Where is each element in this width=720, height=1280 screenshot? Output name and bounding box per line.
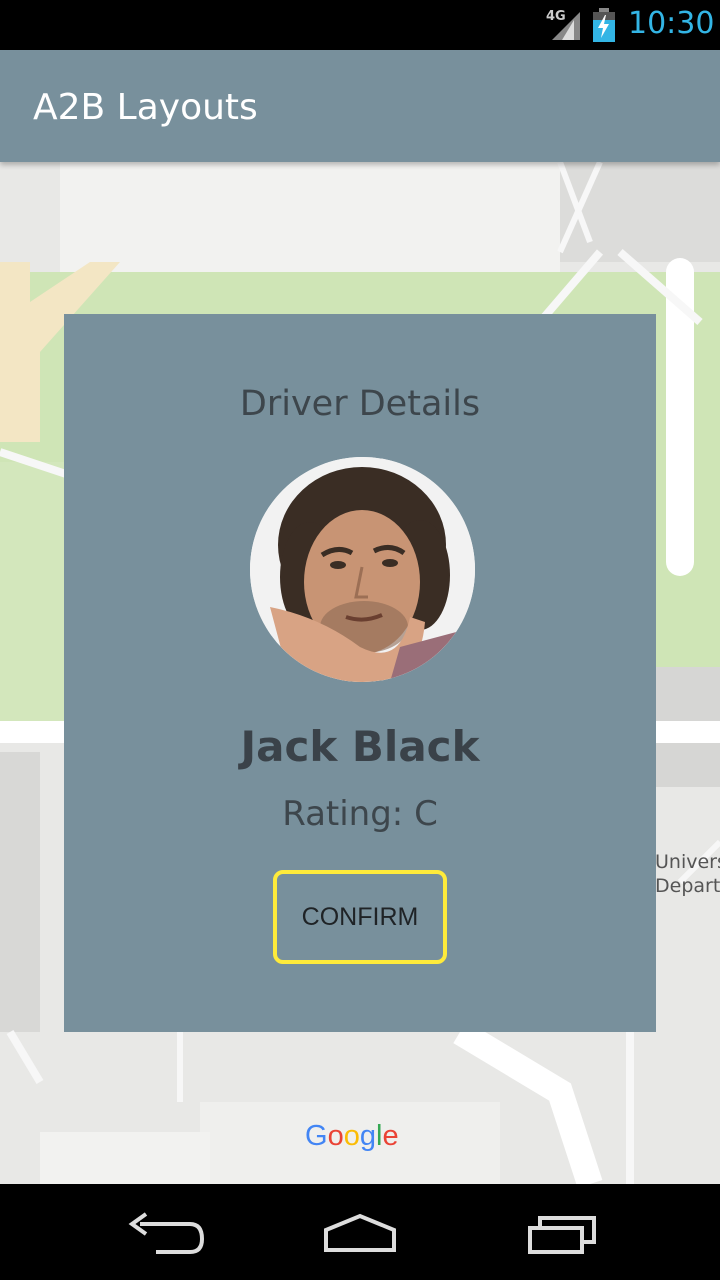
back-button[interactable] [110,1202,210,1262]
status-bar: 4G 10:30 [0,0,720,50]
driver-rating: Rating: C [282,794,438,834]
navigation-bar [0,1184,720,1280]
app-title: A2B Layouts [33,87,258,128]
driver-name: Jack Black [240,722,480,771]
home-button[interactable] [310,1202,410,1262]
driver-details-card: Driver Details Jack Black Rating: C CONF… [64,314,656,1032]
map-poi-label: Universit Departm [655,851,720,897]
battery-charging-icon [593,8,615,42]
recents-button[interactable] [512,1202,612,1262]
recents-icon [528,1216,596,1254]
signal-icon [552,12,580,40]
driver-avatar [250,457,475,682]
driver-photo [250,457,475,682]
card-heading: Driver Details [239,384,481,424]
google-logo: Google [305,1120,399,1152]
back-icon [128,1212,205,1254]
confirm-button[interactable]: CONFIRM [273,870,447,964]
app-bar: A2B Layouts [0,50,720,162]
home-icon [324,1213,396,1252]
clock: 10:30 [628,6,715,41]
